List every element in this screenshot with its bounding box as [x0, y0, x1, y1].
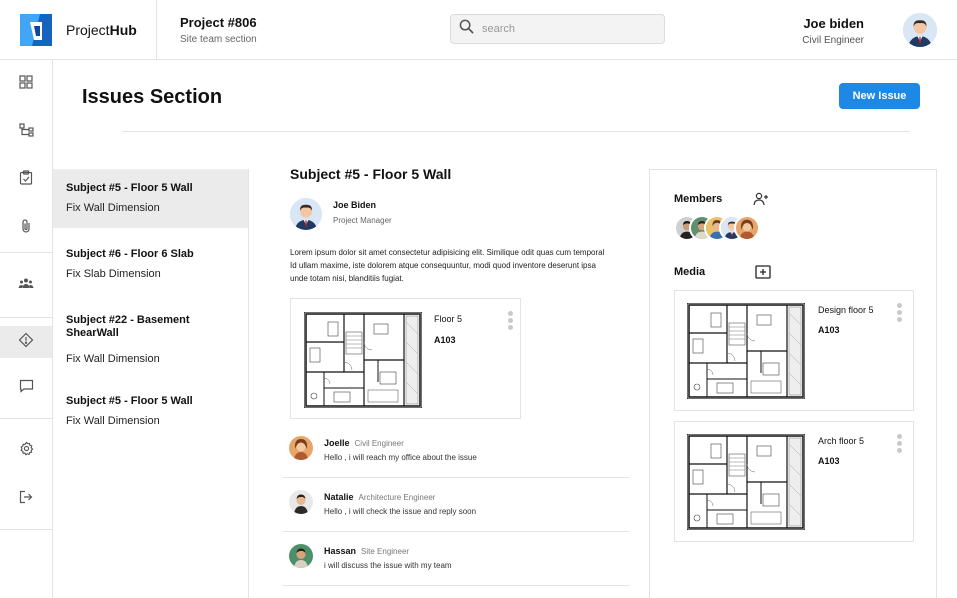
add-media-icon[interactable]: [755, 265, 771, 284]
comment-author-role: Site Engineer: [361, 547, 410, 556]
more-options-icon[interactable]: [897, 434, 903, 455]
avatar: [289, 544, 313, 568]
avatar: [289, 490, 313, 514]
comment-text: Hello , i will check the issue and reply…: [324, 507, 477, 516]
sidebar-item-team[interactable]: [0, 253, 52, 317]
comment-item: Natalie Architecture Engineer Hello , i w…: [283, 484, 629, 532]
side-panel: Members Media Design floor 5 A103 Arch f…: [649, 169, 937, 598]
sidebar-divider: [0, 529, 52, 530]
issue-body: Lorem ipsum dolor sit amet consectetur a…: [290, 248, 605, 283]
search-box[interactable]: [450, 14, 665, 44]
comment-text: i will discuss the issue with my team: [324, 561, 452, 570]
issue-description: Fix Wall Dimension: [66, 415, 160, 427]
comment-item: Hassan Site Engineer i will discuss the i…: [283, 538, 629, 586]
attachment-code: A103: [434, 335, 456, 345]
comment-text: Hello , i will reach my office about the…: [324, 453, 477, 462]
issue-description: Fix Slab Dimension: [66, 268, 161, 280]
author-avatar: [290, 198, 322, 230]
sidebar-item-hierarchy[interactable]: [0, 108, 52, 156]
gear-icon: [19, 441, 34, 461]
comment-author: Natalie Architecture Engineer: [324, 492, 436, 502]
floor-plan-thumbnail: [687, 434, 805, 530]
issue-diamond-icon: [18, 332, 34, 353]
user-role: Civil Engineer: [802, 35, 864, 46]
sidebar: [0, 60, 53, 598]
floor-plan-thumbnail: [687, 303, 805, 399]
issue-description: Fix Wall Dimension: [66, 202, 160, 214]
media-card[interactable]: Arch floor 5 A103: [674, 421, 914, 542]
hierarchy-icon: [18, 122, 34, 142]
attachment-name: Floor 5: [434, 314, 463, 324]
brand[interactable]: ProjectHub: [0, 0, 157, 59]
more-options-icon[interactable]: [897, 303, 903, 324]
user-avatar[interactable]: [903, 13, 937, 47]
more-options-icon[interactable]: [508, 311, 514, 332]
avatar: [289, 436, 313, 460]
sidebar-item-settings[interactable]: [0, 419, 52, 483]
issue-subject: Subject #5 - Floor 5 Wall: [66, 182, 193, 194]
comment-author: Joelle Civil Engineer: [324, 438, 404, 448]
media-code: A103: [818, 456, 840, 466]
sidebar-item-chat[interactable]: [0, 358, 52, 418]
issue-item[interactable]: Subject #6 - Floor 6 Slab Fix Slab Dimen…: [53, 228, 248, 294]
sidebar-item-tasks[interactable]: [0, 156, 52, 204]
media-name: Arch floor 5: [818, 436, 865, 446]
members-avatars[interactable]: [674, 215, 774, 243]
issue-item[interactable]: Subject #5 - Floor 5 Wall Fix Wall Dimen…: [53, 169, 248, 228]
page-title: Issues Section: [82, 86, 223, 108]
attachment-card[interactable]: Floor 5 A103: [290, 298, 521, 419]
issue-item[interactable]: Subject #22 - Basement ShearWall Fix Wal…: [53, 294, 248, 379]
brand-name: ProjectHub: [66, 21, 137, 38]
search-input[interactable]: [482, 23, 652, 35]
chat-icon: [19, 379, 34, 398]
issue-subject: Subject #22 - Basement ShearWall: [66, 314, 190, 339]
logout-icon: [19, 490, 33, 509]
author-name: Joe Biden: [333, 200, 377, 210]
project-subtitle: Site team section: [180, 34, 257, 45]
sidebar-item-issues[interactable]: [0, 326, 52, 358]
comment-item: Joelle Civil Engineer Hello , i will reac…: [283, 430, 629, 478]
project-info: Project #806 Site team section: [180, 15, 257, 45]
clipboard-check-icon: [19, 170, 33, 190]
user-name: Joe biden: [803, 16, 864, 31]
user-info[interactable]: Joe biden Civil Engineer: [802, 16, 864, 46]
sidebar-item-attachments[interactable]: [0, 204, 52, 252]
paperclip-icon: [20, 218, 32, 239]
issue-item[interactable]: Subject #5 - Floor 5 Wall Fix Wall Dimen…: [53, 379, 248, 445]
media-code: A103: [818, 325, 840, 335]
sidebar-item-logout[interactable]: [0, 483, 52, 515]
author-role: Project Manager: [333, 216, 392, 225]
issue-description: Fix Wall Dimension: [66, 353, 160, 365]
avatar: [734, 215, 760, 241]
project-title: Project #806: [180, 15, 257, 30]
team-icon: [18, 276, 34, 294]
media-name: Design floor 5: [818, 305, 874, 315]
search-icon: [459, 19, 474, 39]
comment-author-role: Civil Engineer: [354, 439, 404, 448]
members-label: Members: [674, 193, 723, 205]
add-member-icon[interactable]: [753, 192, 769, 211]
comment-author-role: Architecture Engineer: [358, 493, 436, 502]
media-card[interactable]: Design floor 5 A103: [674, 290, 914, 411]
issue-subject: Subject #6 - Floor 6 Slab: [66, 248, 194, 260]
projecthub-logo-icon: [20, 13, 52, 46]
new-issue-button[interactable]: New Issue: [839, 83, 920, 109]
comment-author: Hassan Site Engineer: [324, 546, 410, 556]
media-label: Media: [674, 266, 706, 278]
issues-list: Subject #5 - Floor 5 Wall Fix Wall Dimen…: [53, 169, 249, 598]
dashboard-icon: [19, 74, 33, 94]
floor-plan-thumbnail: [304, 312, 422, 408]
sidebar-item-dashboard[interactable]: [0, 60, 52, 108]
issue-subject: Subject #5 - Floor 5 Wall: [66, 395, 193, 407]
top-bar: ProjectHub Project #806 Site team sectio…: [0, 0, 957, 60]
divider: [122, 131, 910, 132]
issue-title: Subject #5 - Floor 5 Wall: [290, 166, 452, 182]
